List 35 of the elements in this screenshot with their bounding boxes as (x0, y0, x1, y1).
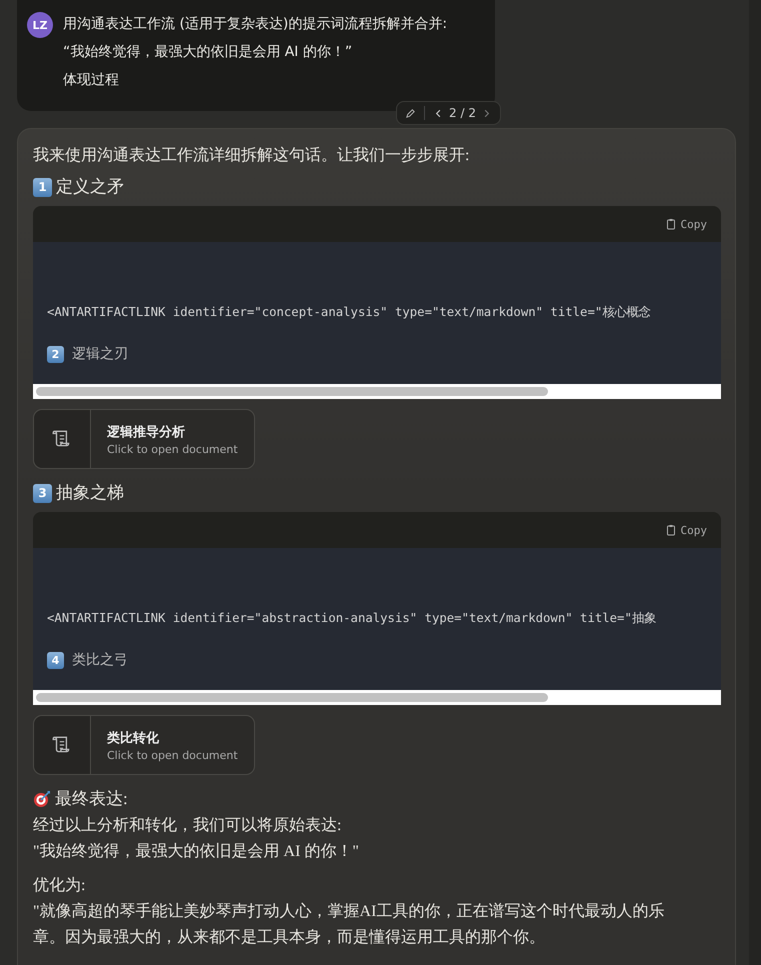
message-text: “我始终觉得，最强大的依旧是会用 AI 的你！” (63, 43, 354, 61)
document-card[interactable]: 类比转化 Click to open document (33, 715, 255, 775)
number-badge: 2 (47, 346, 64, 362)
clipboard-icon (664, 524, 676, 536)
response-text: 经过以上分析和转化，我们可以将原始表达: (33, 816, 342, 836)
document-hint: Click to open document (107, 748, 238, 762)
message-text: 体现过程 (63, 71, 120, 89)
horizontal-scrollbar[interactable] (33, 690, 721, 705)
clipboard-icon (664, 218, 676, 230)
section-heading: 最终表达: (55, 788, 128, 810)
document-title: 类比转化 (107, 730, 160, 746)
document-card[interactable]: 逻辑推导分析 Click to open document (33, 409, 255, 469)
code-line: <ANTARTIFACTLINK identifier="abstraction-analysis" type="text/markdown" title="抽象 (47, 610, 657, 627)
number-badge: 1 (33, 178, 52, 196)
copy-button[interactable]: Copy (664, 524, 707, 536)
code-text: 逻辑之刃 (72, 345, 128, 363)
document-hint: Click to open document (107, 442, 238, 456)
response-text: 我来使用沟通表达工作流详细拆解这句话。让我们一步步展开: (33, 146, 470, 166)
page-counter: 2 / 2 (449, 106, 476, 120)
section-heading: 抽象之梯 (56, 482, 124, 504)
response-text: "就像高超的琴手能让美妙琴声打动人心，掌握AI工具的你，正在谱写这个时代最动人的乐章。因为最强大的，从来都不是工具本身，而是懂得运用工具的那个你。 (33, 902, 666, 948)
user-avatar: LZ (27, 12, 53, 38)
message-text: 用沟通表达工作流 (适用于复杂表达)的提示词流程拆解并合并: (63, 15, 448, 33)
number-badge: 4 (47, 652, 64, 668)
code-text: 类比之弓 (72, 651, 128, 669)
document-title: 逻辑推导分析 (107, 424, 186, 440)
edit-icon[interactable] (405, 108, 416, 118)
number-badge: 3 (33, 484, 52, 502)
response-text: 优化为: (33, 876, 86, 896)
target-icon (33, 790, 51, 808)
code-line: <ANTARTIFACTLINK identifier="concept-analysis" type="text/markdown" title="核心概念 (47, 304, 652, 321)
response-text: "我始终觉得，最强大的依旧是会用 AI 的你！" (33, 842, 360, 862)
section-heading: 定义之矛 (56, 176, 124, 198)
horizontal-scrollbar[interactable] (33, 384, 721, 399)
copy-button[interactable]: Copy (664, 218, 707, 230)
